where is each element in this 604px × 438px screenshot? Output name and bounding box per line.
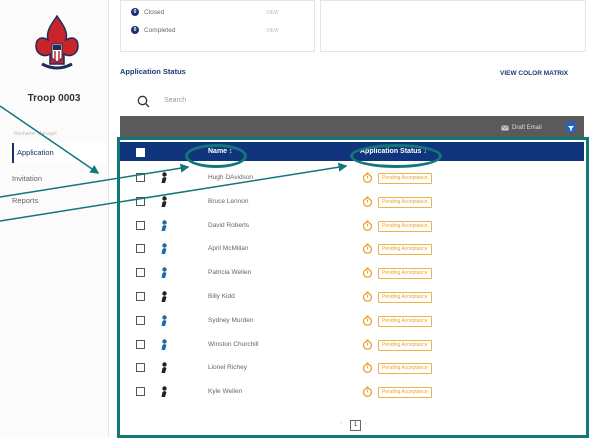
count-badge: 0: [131, 8, 139, 16]
troop-name: Troop 0003: [27, 93, 81, 104]
name-column-highlight: [185, 144, 247, 168]
view-completed-link[interactable]: VIEW: [266, 28, 279, 34]
search-input[interactable]: Search: [164, 97, 186, 104]
email-icon: [501, 125, 509, 131]
sidebar-item-invitation[interactable]: Invitation: [12, 174, 42, 183]
search-icon[interactable]: [137, 95, 150, 108]
view-color-matrix-link[interactable]: VIEW COLOR MATRIX: [500, 70, 568, 77]
count-badge: 0: [131, 26, 139, 34]
draft-email-button[interactable]: Draft Email: [501, 125, 542, 131]
status-column-highlight: [350, 144, 442, 168]
sidebar-item-application[interactable]: Application: [12, 143, 107, 163]
filter-icon[interactable]: [565, 121, 577, 133]
draft-email-label: Draft Email: [512, 125, 542, 131]
status-summary-card: 0 Closed VIEW 0 Completed VIEW: [120, 0, 315, 52]
table-highlight: [117, 137, 589, 438]
status-label: Closed: [144, 8, 165, 16]
status-label: Completed: [144, 26, 176, 34]
sidebar: Troop 0003 Recharter Manager Application…: [0, 0, 109, 437]
summary-card-right: [320, 0, 586, 52]
status-completed: 0 Completed: [131, 26, 175, 34]
view-closed-link[interactable]: VIEW: [266, 10, 279, 16]
bsa-logo-icon: [35, 14, 79, 70]
application-status-title: Application Status: [120, 67, 186, 76]
filter-funnel-icon: [568, 126, 574, 131]
status-closed: 0 Closed: [131, 8, 164, 16]
sidebar-item-reports[interactable]: Reports: [12, 196, 38, 205]
sidebar-subtitle: Recharter Manager: [14, 131, 58, 137]
